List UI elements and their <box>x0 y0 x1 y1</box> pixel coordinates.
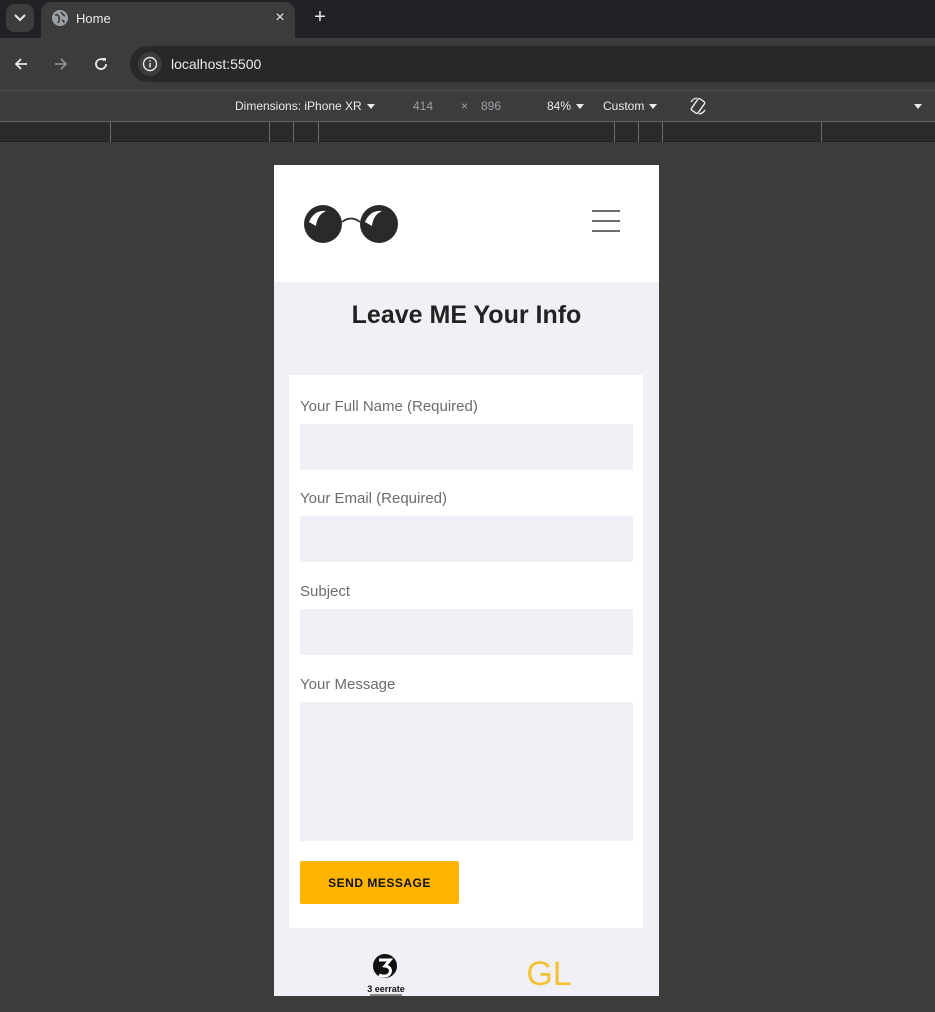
subject-label: Subject <box>300 583 351 600</box>
back-icon <box>14 58 27 70</box>
hamburger-icon <box>592 210 620 212</box>
chevron-down-icon <box>14 14 26 22</box>
tab-close-icon[interactable]: × <box>270 8 290 28</box>
browser-toolbar: localhost:5500 <box>0 38 935 90</box>
glasses-logo-icon[interactable] <box>302 202 400 246</box>
hamburger-menu-button[interactable] <box>592 210 620 232</box>
device-toolbar: Dimensions: iPhone XR 414 × 896 84% Cust… <box>0 90 935 122</box>
reload-button[interactable] <box>89 52 113 76</box>
height-input[interactable]: 896 <box>481 99 501 113</box>
dimensions-label: Dimensions: iPhone XR <box>235 99 362 113</box>
caret-down-icon <box>914 104 922 110</box>
message-label: Your Message <box>300 676 396 693</box>
zoom-label: 84% <box>547 99 572 113</box>
subject-field[interactable] <box>300 609 633 655</box>
ruler-tick <box>269 122 270 142</box>
throttle-label: Custom <box>603 99 645 113</box>
back-button[interactable] <box>9 52 33 76</box>
times-separator: × <box>461 99 469 113</box>
rotate-icon <box>690 97 706 115</box>
site-header <box>274 165 659 282</box>
client-logo-3eerrate: 3 eerrate <box>367 954 405 996</box>
rotate-button[interactable] <box>688 96 708 119</box>
send-message-button[interactable]: SEND MESSAGE <box>300 861 459 904</box>
message-field[interactable] <box>300 702 633 841</box>
info-icon <box>142 56 158 72</box>
more-options-button[interactable] <box>909 99 922 113</box>
ruler-tick <box>821 122 822 142</box>
caret-down-icon <box>576 104 585 110</box>
globe-icon <box>52 10 68 26</box>
tab-bar: Home × + <box>0 0 935 38</box>
reload-icon <box>95 58 107 70</box>
hamburger-icon <box>592 220 620 222</box>
new-tab-button[interactable]: + <box>308 5 332 29</box>
caret-down-icon <box>649 104 658 110</box>
device-viewport: Leave ME Your Info Your Full Name (Requi… <box>274 165 659 996</box>
hamburger-icon <box>592 230 620 232</box>
client-logo-1-text: 3 eerrate <box>367 984 405 994</box>
forward-button[interactable] <box>49 52 73 76</box>
page-title: Leave ME Your Info <box>351 301 582 329</box>
media-query-ruler[interactable] <box>0 122 935 142</box>
forward-icon <box>55 58 68 70</box>
ruler-tick <box>318 122 319 142</box>
tab-home[interactable]: Home × <box>41 2 295 38</box>
address-bar[interactable]: localhost:5500 <box>130 46 935 82</box>
email-field[interactable] <box>300 516 633 562</box>
email-label: Your Email (Required) <box>300 490 448 507</box>
full-name-label: Your Full Name (Required) <box>300 398 478 415</box>
dimensions-dropdown[interactable]: Dimensions: iPhone XR <box>235 99 375 113</box>
ruler-tick <box>662 122 663 142</box>
site-info-button[interactable] <box>138 52 162 76</box>
ruler-tick <box>110 122 111 142</box>
caret-down-icon <box>366 104 375 110</box>
contact-form: Your Full Name (Required) Your Email (Re… <box>289 375 643 928</box>
ruler-tick <box>293 122 294 142</box>
throttle-dropdown[interactable]: Custom <box>603 99 658 113</box>
ruler-tick <box>614 122 615 142</box>
client-logo-gl: GL <box>526 955 571 993</box>
url-text: localhost:5500 <box>171 56 262 72</box>
client-logo-2-text: GL <box>526 955 571 993</box>
tab-search-button[interactable] <box>6 4 34 32</box>
width-input[interactable]: 414 <box>413 99 433 113</box>
ruler-tick <box>638 122 639 142</box>
zoom-dropdown[interactable]: 84% <box>547 99 585 113</box>
full-name-field[interactable] <box>300 424 633 470</box>
tab-title: Home <box>76 11 111 26</box>
